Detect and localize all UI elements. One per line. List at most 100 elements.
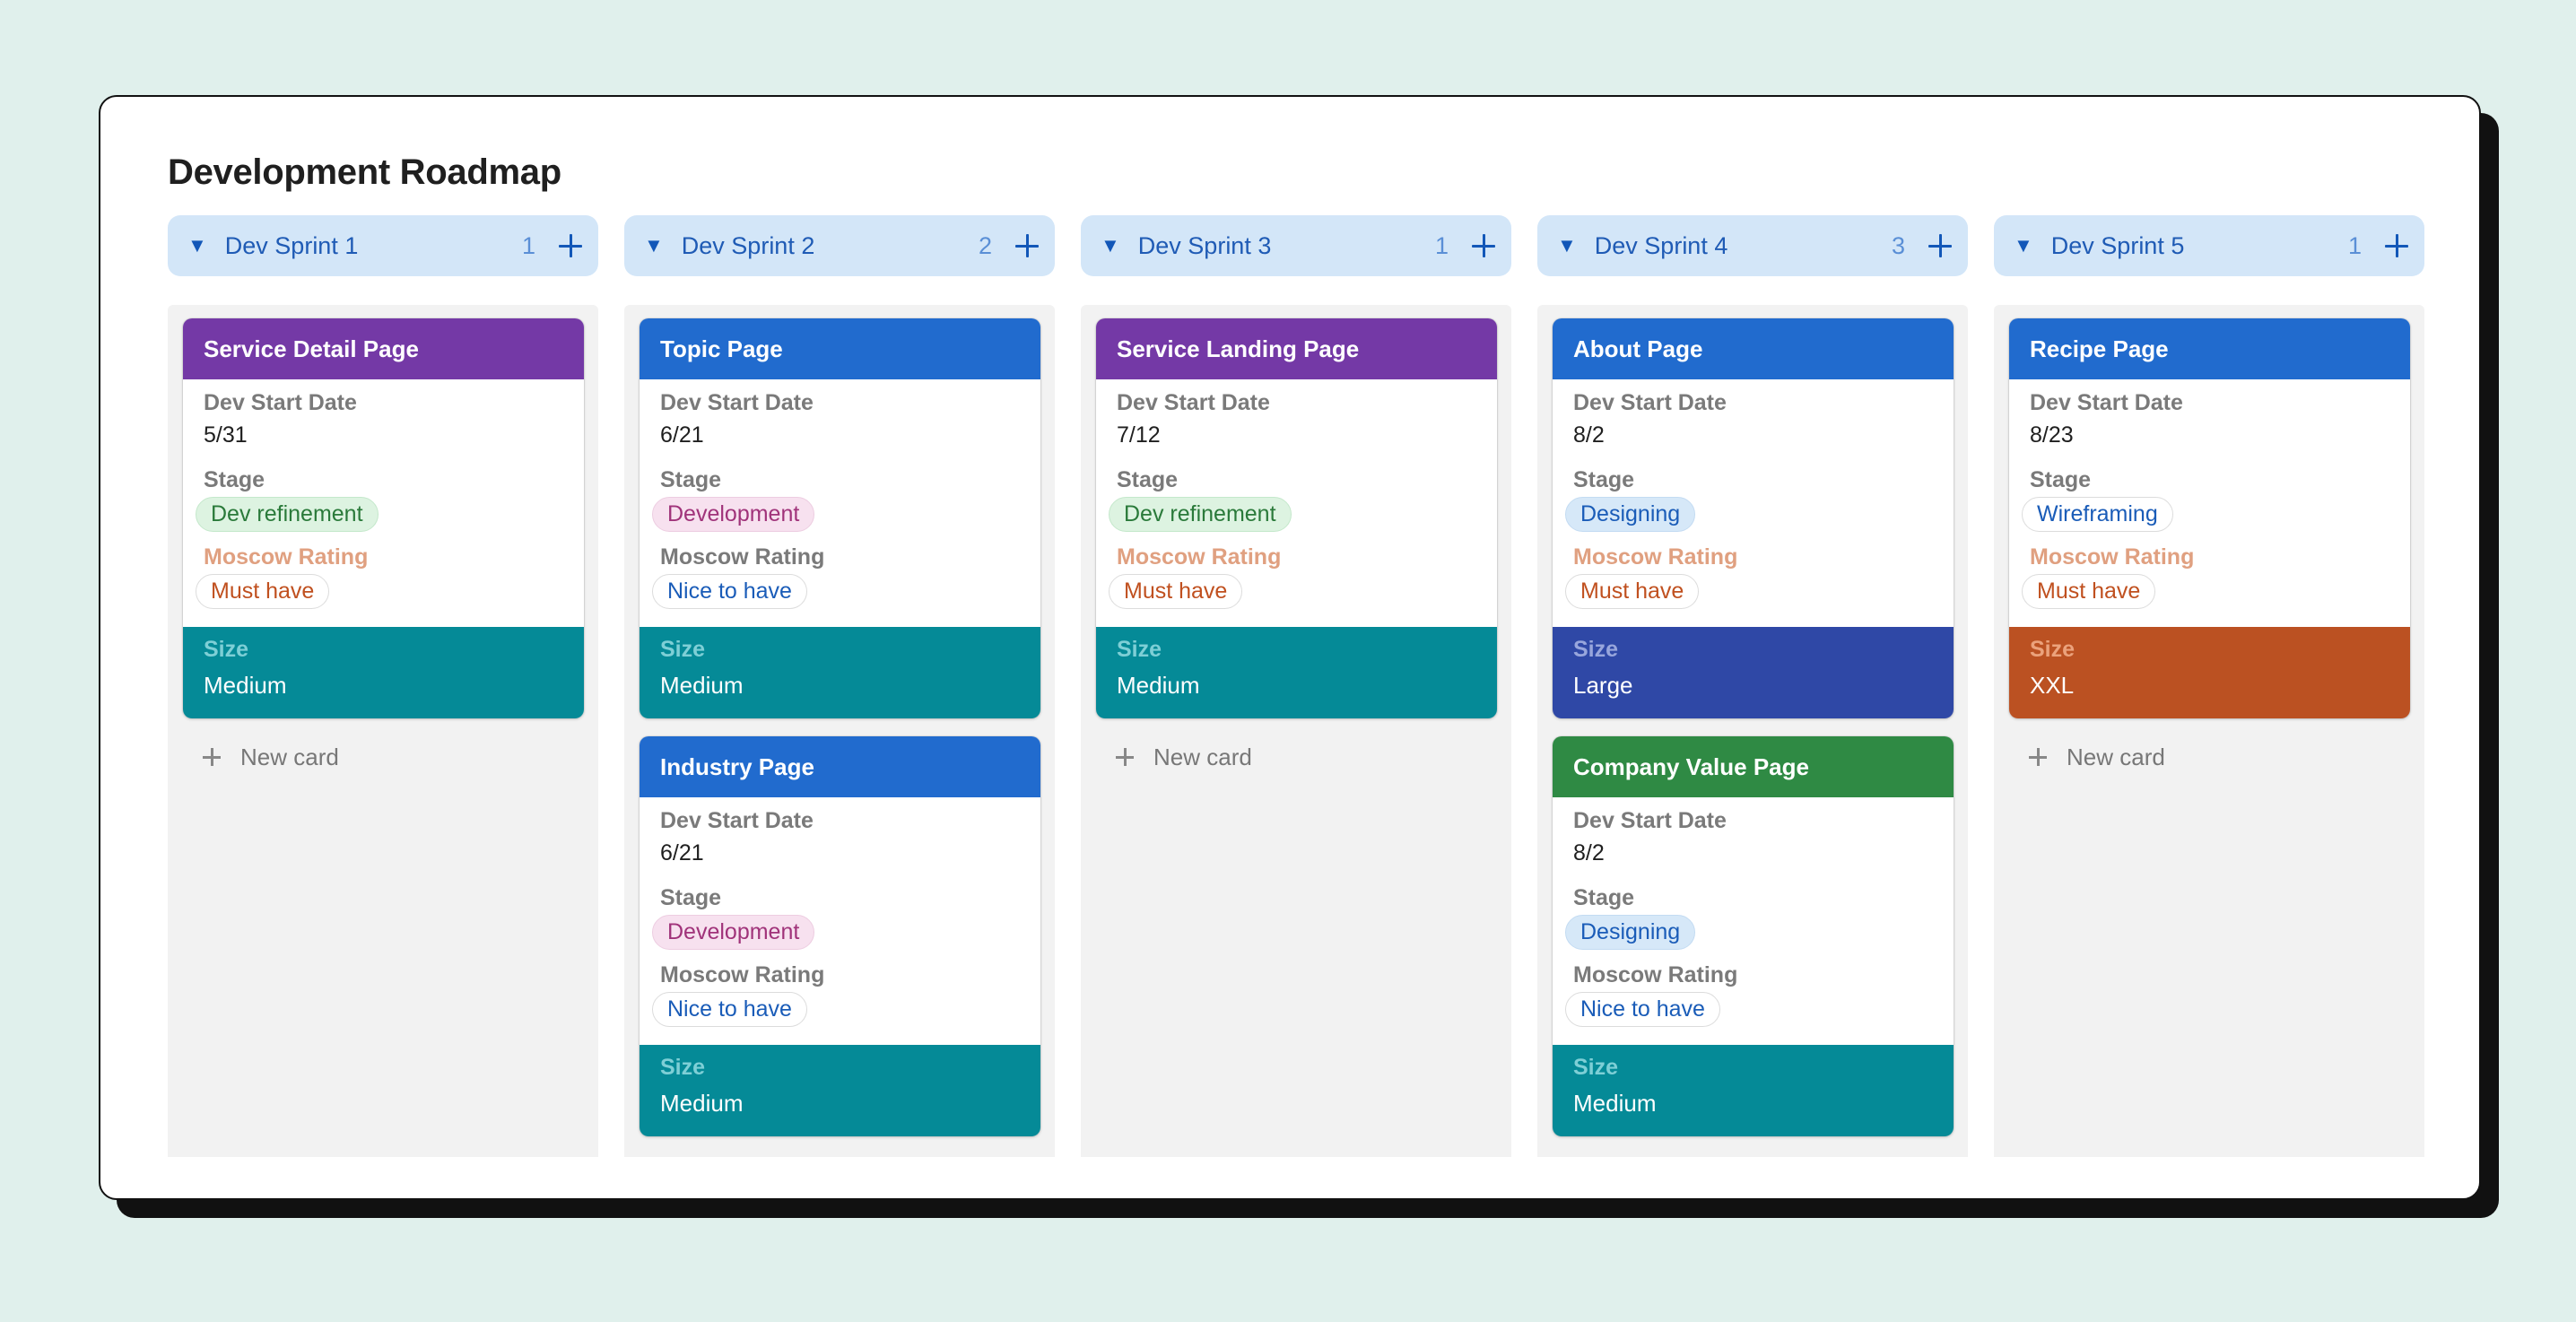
moscow-rating-badge[interactable]: Must have — [1109, 573, 1243, 609]
add-card-plus-icon[interactable] — [1928, 234, 1952, 257]
collapse-triangle-icon[interactable]: ▼ — [644, 236, 664, 256]
card-title[interactable]: Service Detail Page — [183, 318, 584, 379]
size-value: XXL — [2030, 672, 2075, 699]
add-card-plus-icon[interactable] — [559, 234, 582, 257]
stage-label: Stage — [660, 467, 722, 492]
collapse-triangle-icon[interactable]: ▼ — [187, 236, 207, 256]
stage-badge[interactable]: Dev refinement — [196, 496, 379, 532]
column-header[interactable]: ▼ Dev Sprint 5 1 — [1994, 215, 2424, 276]
roadmap-card[interactable]: Service Detail Page Dev Start Date 5/31 … — [183, 318, 584, 718]
card-title[interactable]: Service Landing Page — [1096, 318, 1497, 379]
column-name: Dev Sprint 2 — [681, 231, 815, 259]
card-size-section: Size Medium — [640, 1045, 1040, 1136]
column-header[interactable]: ▼ Dev Sprint 1 1 — [168, 215, 598, 276]
column-name: Dev Sprint 3 — [1137, 231, 1272, 259]
moscow-rating-label: Moscow Rating — [1573, 544, 1738, 570]
moscow-rating-label: Moscow Rating — [204, 544, 369, 570]
moscow-rating-label: Moscow Rating — [660, 544, 825, 570]
stage-badge[interactable]: Development — [652, 496, 815, 532]
column-header[interactable]: ▼ Dev Sprint 3 1 — [1081, 215, 1511, 276]
add-card-plus-icon[interactable] — [1472, 234, 1495, 257]
moscow-rating-badge[interactable]: Nice to have — [652, 991, 807, 1027]
card-title[interactable]: Company Value Page — [1553, 736, 1954, 797]
new-card-label: New card — [1153, 743, 1252, 770]
collapse-triangle-icon[interactable]: ▼ — [2014, 236, 2033, 256]
card-size-section: Size Large — [1553, 627, 1954, 718]
dev-start-date-label: Dev Start Date — [1573, 390, 1727, 415]
roadmap-card[interactable]: Topic Page Dev Start Date 6/21 Stage Dev… — [640, 318, 1040, 718]
stage-label: Stage — [1573, 885, 1635, 910]
board-column-3: ▼ Dev Sprint 3 1 Service Landing Page De… — [1081, 215, 1511, 1157]
card-title[interactable]: Recipe Page — [2009, 318, 2410, 379]
moscow-rating-badge[interactable]: Must have — [2022, 573, 2156, 609]
stage-row: Designing — [1553, 494, 1954, 534]
roadmap-card[interactable]: Service Landing Page Dev Start Date 7/12… — [1096, 318, 1497, 718]
stage-row: Dev refinement — [1096, 494, 1497, 534]
roadmap-card[interactable]: Industry Page Dev Start Date 6/21 Stage … — [640, 736, 1040, 1136]
size-value: Medium — [1117, 672, 1200, 699]
board-column-4: ▼ Dev Sprint 4 3 About Page Dev Start Da… — [1537, 215, 1968, 1157]
card-fields: Dev Start Date 6/21 Stage Development Mo… — [640, 797, 1040, 1045]
stage-label: Stage — [660, 885, 722, 910]
moscow-row: Nice to have — [1553, 989, 1954, 1029]
moscow-rating-badge[interactable]: Must have — [1565, 573, 1700, 609]
column-header[interactable]: ▼ Dev Sprint 2 2 — [624, 215, 1055, 276]
board-column-5: ▼ Dev Sprint 5 1 Recipe Page Dev Start D… — [1994, 215, 2424, 1157]
card-title[interactable]: Topic Page — [640, 318, 1040, 379]
moscow-rating-badge[interactable]: Must have — [196, 573, 330, 609]
column-card-count: 2 — [978, 231, 992, 259]
moscow-rating-label: Moscow Rating — [2030, 544, 2195, 570]
size-value: Large — [1573, 672, 1633, 699]
roadmap-card[interactable]: Company Value Page Dev Start Date 8/2 St… — [1553, 736, 1954, 1136]
stage-badge[interactable]: Designing — [1565, 496, 1696, 532]
column-body: Topic Page Dev Start Date 6/21 Stage Dev… — [624, 305, 1055, 1157]
column-header[interactable]: ▼ Dev Sprint 4 3 — [1537, 215, 1968, 276]
moscow-row: Must have — [1553, 571, 1954, 611]
moscow-row: Nice to have — [640, 571, 1040, 611]
add-card-plus-icon[interactable] — [2385, 234, 2408, 257]
roadmap-card[interactable]: About Page Dev Start Date 8/2 Stage Desi… — [1553, 318, 1954, 718]
card-size-section: Size Medium — [640, 627, 1040, 718]
moscow-rating-badge[interactable]: Nice to have — [1565, 991, 1720, 1027]
card-size-section: Size Medium — [1553, 1045, 1954, 1136]
stage-row: Development — [640, 494, 1040, 534]
moscow-row: Must have — [2009, 571, 2410, 611]
size-value: Medium — [660, 1090, 744, 1117]
stage-label: Stage — [1117, 467, 1179, 492]
moscow-row: Must have — [1096, 571, 1497, 611]
column-body: About Page Dev Start Date 8/2 Stage Desi… — [1537, 305, 1968, 1157]
moscow-row: Must have — [183, 571, 584, 611]
dev-start-date-value: 7/12 — [1117, 422, 1161, 448]
stage-row: Dev refinement — [183, 494, 584, 534]
stage-badge[interactable]: Dev refinement — [1109, 496, 1292, 532]
card-title[interactable]: About Page — [1553, 318, 1954, 379]
stage-label: Stage — [204, 467, 265, 492]
size-value: Medium — [204, 672, 287, 699]
moscow-rating-label: Moscow Rating — [1573, 962, 1738, 987]
new-card-button[interactable]: New card — [1096, 735, 1497, 779]
dev-start-date-label: Dev Start Date — [660, 390, 814, 415]
add-card-plus-icon[interactable] — [1015, 234, 1039, 257]
collapse-triangle-icon[interactable]: ▼ — [1101, 236, 1120, 256]
stage-badge[interactable]: Designing — [1565, 914, 1696, 950]
new-card-button[interactable]: New card — [183, 735, 584, 779]
dev-start-date-value: 6/21 — [660, 422, 704, 448]
moscow-rating-badge[interactable]: Nice to have — [652, 573, 807, 609]
plus-icon — [203, 748, 221, 766]
stage-badge[interactable]: Wireframing — [2022, 496, 2173, 532]
size-label: Size — [1117, 637, 1162, 662]
stage-badge[interactable]: Development — [652, 914, 815, 950]
new-card-label: New card — [2067, 743, 2165, 770]
size-label: Size — [660, 1055, 706, 1080]
moscow-rating-label: Moscow Rating — [660, 962, 825, 987]
card-fields: Dev Start Date 8/23 Stage Wireframing Mo… — [2009, 379, 2410, 627]
size-value: Medium — [660, 672, 744, 699]
collapse-triangle-icon[interactable]: ▼ — [1557, 236, 1577, 256]
roadmap-card[interactable]: Recipe Page Dev Start Date 8/23 Stage Wi… — [2009, 318, 2410, 718]
card-fields: Dev Start Date 8/2 Stage Designing Mosco… — [1553, 797, 1954, 1045]
new-card-button[interactable]: New card — [2009, 735, 2410, 779]
size-label: Size — [660, 637, 706, 662]
stage-row: Wireframing — [2009, 494, 2410, 534]
moscow-rating-label: Moscow Rating — [1117, 544, 1282, 570]
card-title[interactable]: Industry Page — [640, 736, 1040, 797]
